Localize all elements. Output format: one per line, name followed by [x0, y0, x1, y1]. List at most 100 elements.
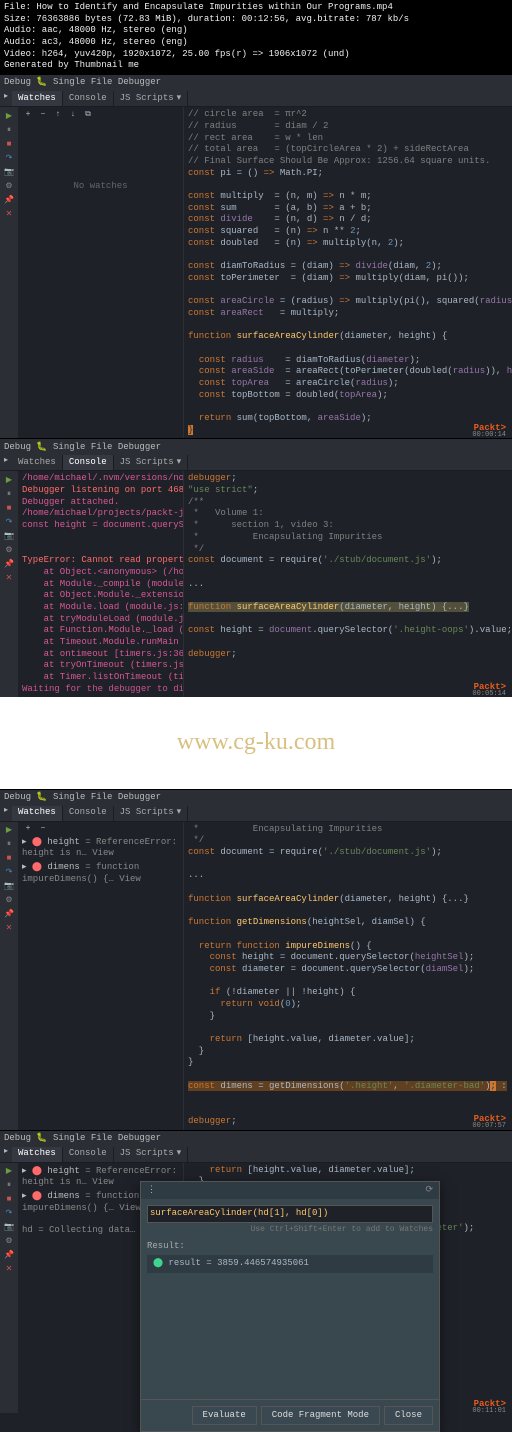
step-icon[interactable]: ↷ — [3, 1209, 15, 1221]
evaluate-button[interactable]: Evaluate — [192, 1406, 257, 1426]
up-icon[interactable]: ↑ — [52, 109, 64, 121]
pin-icon[interactable]: 📌 — [3, 910, 15, 922]
stop-icon[interactable]: ■ — [3, 854, 15, 866]
step-icon[interactable]: ↷ — [3, 517, 15, 529]
tab-scripts[interactable]: JS Scripts ▾ — [114, 91, 189, 106]
camera-icon[interactable]: 📷 — [3, 531, 15, 543]
tab-scripts[interactable]: JS Scripts ▾ — [114, 1147, 189, 1162]
collapse-icon[interactable]: ▸ — [0, 91, 12, 103]
close-icon[interactable]: ✕ — [3, 1265, 15, 1277]
meta-audio1: Audio: aac, 48000 Hz, stereo (eng) — [4, 25, 508, 37]
tab-console[interactable]: Console — [63, 455, 114, 470]
editor-2[interactable]: debugger; "use strict"; /** * Volume 1: … — [184, 471, 512, 697]
frame-4: Debug 🐛 Single File Debugger ▸ Watches C… — [0, 1130, 512, 1415]
meta-file: File: How to Identify and Encapsulate Im… — [4, 2, 508, 14]
settings-icon[interactable]: ⚙ — [3, 545, 15, 557]
no-watches-label: No watches — [22, 121, 179, 193]
console-panel[interactable]: /home/michael/.nvm/versions/node Debugge… — [18, 471, 184, 697]
collapse-icon[interactable]: ▸ — [0, 1147, 12, 1159]
meta-size: Size: 76363886 bytes (72.83 MiB), durati… — [4, 14, 508, 26]
close-icon[interactable]: ✕ — [3, 573, 15, 585]
timecode: 00:11:01 — [472, 1407, 506, 1416]
debugger-title: Debug 🐛 Single File Debugger — [4, 442, 161, 454]
pin-icon[interactable]: 📌 — [3, 195, 15, 207]
debugger-title: Debug 🐛 Single File Debugger — [4, 77, 161, 89]
copy-icon[interactable]: ⧉ — [82, 109, 94, 121]
watch-var: ▸ ⬤ height = ReferenceError: height is n… — [22, 836, 179, 861]
debugger-title: Debug 🐛 Single File Debugger — [4, 792, 161, 804]
debug-gutter: ▶ ⏸ ■ ↷ 📷 ⚙ 📌 ✕ — [0, 822, 18, 1130]
dialog-status: ⟳ — [425, 1185, 433, 1197]
tabbar: ▸ Watches Console JS Scripts ▾ — [0, 806, 512, 822]
watches-panel: + − ↑ ↓ ⧉ No watches — [18, 107, 184, 438]
debugger-toolbar: Debug 🐛 Single File Debugger — [0, 1131, 512, 1147]
tab-watches[interactable]: Watches — [12, 91, 63, 106]
resume-icon[interactable]: ▶ — [3, 826, 15, 838]
collapse-icon[interactable]: ▸ — [0, 455, 12, 467]
dialog-title: ⋮ — [147, 1185, 156, 1197]
resume-icon[interactable]: ▶ — [3, 111, 15, 123]
watch-vars[interactable]: ▸ ⬤ height = ReferenceError: height is n… — [22, 836, 179, 887]
watch-var: ▸ ⬤ dimens = function impureDimens() {… … — [22, 861, 179, 886]
meta-gen: Generated by Thumbnail me — [4, 60, 508, 72]
watermark: www.cg-ku.com — [0, 697, 512, 788]
meta-video: Video: h264, yuv420p, 1920x1072, 25.00 f… — [4, 49, 508, 61]
hint-label: Use Ctrl+Shift+Enter to add to Watches — [147, 1225, 433, 1235]
stop-icon[interactable]: ■ — [3, 139, 15, 151]
debugger-toolbar: Debug 🐛 Single File Debugger — [0, 75, 512, 91]
tab-watches[interactable]: Watches — [12, 1147, 63, 1162]
pause-icon[interactable]: ⏸ — [3, 125, 15, 137]
dialog-titlebar[interactable]: ⋮ ⟳ — [141, 1182, 439, 1200]
tab-console[interactable]: Console — [63, 91, 114, 106]
editor-3[interactable]: * Encapsulating Impurities */ const docu… — [184, 822, 512, 1130]
tabbar: ▸ Watches Console JS Scripts ▾ — [0, 1147, 512, 1163]
close-icon[interactable]: ✕ — [3, 924, 15, 936]
tabbar: ▸ Watches Console JS Scripts ▾ — [0, 455, 512, 471]
debug-gutter: ▶ ⏸ ■ ↷ 📷 ⚙ 📌 ✕ — [0, 107, 18, 438]
watches-panel: + − ▸ ⬤ height = ReferenceError: height … — [18, 822, 184, 1130]
pin-icon[interactable]: 📌 — [3, 559, 15, 571]
add-icon[interactable]: + — [22, 109, 34, 121]
stop-icon[interactable]: ■ — [3, 503, 15, 515]
tab-console[interactable]: Console — [63, 806, 114, 821]
tab-console[interactable]: Console — [63, 1147, 114, 1162]
editor-1[interactable]: // circle area = πr^2 // radius = diam /… — [184, 107, 512, 438]
pause-icon[interactable]: ⏸ — [3, 1181, 15, 1193]
step-icon[interactable]: ↷ — [3, 153, 15, 165]
close-icon[interactable]: ✕ — [3, 209, 15, 221]
pin-icon[interactable]: 📌 — [3, 1251, 15, 1263]
camera-icon[interactable]: 📷 — [3, 1223, 15, 1235]
frame-2: Debug 🐛 Single File Debugger ▸ Watches C… — [0, 438, 512, 697]
down-icon[interactable]: ↓ — [67, 109, 79, 121]
resume-icon[interactable]: ▶ — [3, 1167, 15, 1179]
debug-gutter: ▶ ⏸ ■ ↷ 📷 ⚙ 📌 ✕ — [0, 471, 18, 697]
debug-gutter: ▶ ⏸ ■ ↷ 📷 ⚙ 📌 ✕ — [0, 1163, 18, 1413]
remove-icon[interactable]: − — [37, 109, 49, 121]
remove-icon[interactable]: − — [37, 824, 49, 836]
debugger-title: Debug 🐛 Single File Debugger — [4, 1133, 161, 1145]
camera-icon[interactable]: 📷 — [3, 167, 15, 179]
collapse-icon[interactable]: ▸ — [0, 806, 12, 818]
tab-scripts[interactable]: JS Scripts ▾ — [114, 455, 189, 470]
expression-input[interactable] — [147, 1205, 433, 1223]
tab-watches[interactable]: Watches — [12, 806, 63, 821]
evaluate-dialog: ⋮ ⟳ Use Ctrl+Shift+Enter to add to Watch… — [140, 1181, 440, 1432]
fragment-button[interactable]: Code Fragment Mode — [261, 1406, 380, 1426]
meta-audio2: Audio: ac3, 48000 Hz, stereo (eng) — [4, 37, 508, 49]
debugger-toolbar: Debug 🐛 Single File Debugger — [0, 439, 512, 455]
close-button[interactable]: Close — [384, 1406, 433, 1426]
settings-icon[interactable]: ⚙ — [3, 896, 15, 908]
timecode: 00:05:14 — [472, 690, 506, 699]
add-icon[interactable]: + — [22, 824, 34, 836]
tab-watches[interactable]: Watches — [12, 455, 63, 470]
result-value: ⬤ result = 3859.446574935061 — [147, 1255, 433, 1273]
result-label: Result: — [147, 1241, 433, 1253]
settings-icon[interactable]: ⚙ — [3, 181, 15, 193]
pause-icon[interactable]: ⏸ — [3, 840, 15, 852]
settings-icon[interactable]: ⚙ — [3, 1237, 15, 1249]
pause-icon[interactable]: ⏸ — [3, 489, 15, 501]
resume-icon[interactable]: ▶ — [3, 475, 15, 487]
tab-scripts[interactable]: JS Scripts ▾ — [114, 806, 189, 821]
step-icon[interactable]: ↷ — [3, 868, 15, 880]
camera-icon[interactable]: 📷 — [3, 882, 15, 894]
